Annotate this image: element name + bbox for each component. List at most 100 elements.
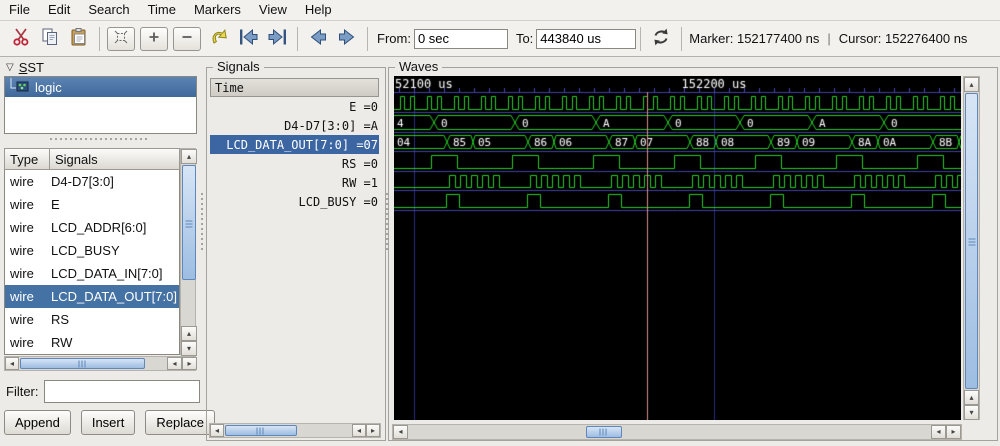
minus-icon xyxy=(179,29,195,48)
scroll-left-button[interactable]: ◂ xyxy=(167,357,182,370)
table-row[interactable]: wire LCD_ADDR[6:0] xyxy=(5,216,179,239)
shift-right-button[interactable] xyxy=(334,27,360,51)
zoom-out-button[interactable] xyxy=(173,26,201,51)
arrow-to-right-bar-icon xyxy=(265,26,290,51)
scroll-left-button[interactable]: ◂ xyxy=(393,425,408,439)
zoom-undo-button[interactable] xyxy=(206,27,232,51)
signal-row[interactable]: LCD_BUSY =0 xyxy=(210,192,379,211)
menu-time[interactable]: Time xyxy=(139,0,185,20)
scroll-right-button[interactable]: ▸ xyxy=(946,425,961,439)
to-input[interactable] xyxy=(536,28,637,49)
scroll-left-button[interactable]: ◂ xyxy=(931,425,946,439)
table-row[interactable]: wire D4-D7[3:0] xyxy=(5,170,179,193)
zoom-in-button[interactable] xyxy=(140,26,168,51)
cell-type: wire xyxy=(10,312,34,327)
waves-panel-title: Waves xyxy=(395,59,443,74)
filter-input[interactable] xyxy=(43,380,200,403)
pane-splitter[interactable] xyxy=(199,190,204,250)
tree-table-splitter[interactable] xyxy=(50,136,150,142)
vscroll-thumb[interactable] xyxy=(965,93,978,389)
signal-row[interactable]: RS =0 xyxy=(210,154,379,173)
signal-table-hscrollbar[interactable]: ◂ ◂ ▸ xyxy=(4,356,197,371)
cell-signal-name: RS xyxy=(51,312,70,327)
zoom-fit-button[interactable] xyxy=(107,26,135,51)
signals-hscrollbar[interactable]: ◂ ◂ ▸ xyxy=(209,423,381,438)
table-row[interactable]: wire RS xyxy=(5,308,179,331)
scroll-left-button[interactable]: ◂ xyxy=(5,357,19,370)
table-row[interactable]: wire E xyxy=(5,193,179,216)
cell-type: wire xyxy=(10,266,34,281)
cell-signal-name: LCD_DATA_IN[7:0] xyxy=(51,266,163,281)
hscroll-thumb[interactable] xyxy=(20,358,145,369)
scroll-right-button[interactable]: ▸ xyxy=(182,357,197,370)
waves-hscrollbar[interactable]: ◂ ◂ ▸ xyxy=(392,424,962,440)
prev-edge-button[interactable] xyxy=(235,27,261,51)
scroll-left-button[interactable]: ◂ xyxy=(210,424,224,437)
signal-row[interactable]: E =0 xyxy=(210,97,379,116)
table-row[interactable]: wire LCD_DATA_IN[7:0] xyxy=(5,262,179,285)
time-header[interactable]: Time xyxy=(210,78,379,97)
vscroll-thumb[interactable] xyxy=(182,165,196,280)
cut-button[interactable] xyxy=(8,27,34,51)
signal-row[interactable]: LCD_DATA_OUT[7:0] =07 xyxy=(210,135,379,154)
table-row[interactable]: wire LCD_DATA_OUT[7:0] xyxy=(5,285,179,308)
menu-help[interactable]: Help xyxy=(296,0,341,20)
cursor-readout: Cursor: 152276400 ns xyxy=(838,31,968,46)
reload-button[interactable] xyxy=(648,27,674,51)
toolbar: From: To: Marker: 152177400 ns | Cursor:… xyxy=(0,21,1000,57)
menu-search[interactable]: Search xyxy=(79,0,138,20)
menu-file[interactable]: File xyxy=(0,0,39,20)
column-header-type[interactable]: Type xyxy=(4,148,50,170)
sst-tree[interactable]: logic xyxy=(4,76,197,134)
signal-table-body[interactable]: wire D4-D7[3:0] wire Ewire LCD_ADDR[6:0] wire… xyxy=(4,170,180,355)
signal-table-vscrollbar[interactable]: ▴ ▴ ▾ xyxy=(180,148,197,356)
thumb-grip xyxy=(968,236,975,246)
table-row[interactable]: wire RW xyxy=(5,331,179,354)
clipboard-icon xyxy=(68,26,90,51)
scroll-down-button[interactable]: ▾ xyxy=(181,341,197,356)
waves-vscrollbar[interactable]: ▴ ▴ ▾ xyxy=(963,76,980,420)
cell-signal-name: LCD_BUSY xyxy=(51,243,120,258)
tree-item-logic[interactable]: logic xyxy=(5,77,196,97)
scissors-icon xyxy=(10,26,32,51)
sst-expander[interactable]: ▽ SST xyxy=(6,60,44,75)
cell-type: wire xyxy=(10,220,34,235)
cell-signal-name: LCD_DATA_OUT[7:0] xyxy=(51,289,177,304)
menu-view[interactable]: View xyxy=(250,0,296,20)
table-row[interactable]: wire LCD_BUSY xyxy=(5,239,179,262)
from-input[interactable] xyxy=(413,28,508,49)
hscroll-thumb[interactable] xyxy=(586,426,622,438)
scroll-left-button[interactable]: ◂ xyxy=(352,424,366,437)
cell-type: wire xyxy=(10,335,34,350)
signals-panel: Signals Time E =0 D4-D7[3:0] =A LCD_DATA_O… xyxy=(206,59,386,441)
gtkwave-window: FileEditSearchTimeMarkersViewHelp xyxy=(0,0,1000,446)
scroll-up-button[interactable]: ▴ xyxy=(181,326,197,341)
shift-left-button[interactable] xyxy=(305,27,331,51)
sst-label: SST xyxy=(18,60,44,75)
right-arrow-icon xyxy=(335,26,359,51)
scroll-down-button[interactable]: ▾ xyxy=(964,405,979,420)
scroll-up-button[interactable]: ▴ xyxy=(964,390,979,405)
reload-icon xyxy=(648,25,674,52)
menu-markers[interactable]: Markers xyxy=(185,0,250,20)
thumb-grip xyxy=(599,428,609,436)
column-header-signals[interactable]: Signals xyxy=(49,148,180,170)
append-button[interactable]: Append xyxy=(4,410,71,435)
signal-name-list[interactable]: E =0 D4-D7[3:0] =A LCD_DATA_OUT[7:0] =07 RS… xyxy=(210,97,379,211)
paste-button[interactable] xyxy=(66,27,92,51)
arrow-to-left-bar-icon xyxy=(236,26,261,51)
signal-row[interactable]: RW =1 xyxy=(210,173,379,192)
signal-row[interactable]: D4-D7[3:0] =A xyxy=(210,116,379,135)
cell-type: wire xyxy=(10,197,34,212)
scroll-right-button[interactable]: ▸ xyxy=(366,424,380,437)
scroll-up-button[interactable]: ▴ xyxy=(964,77,979,92)
insert-button[interactable]: Insert xyxy=(80,410,136,435)
copy-button[interactable] xyxy=(37,27,63,51)
next-edge-button[interactable] xyxy=(264,27,290,51)
menu-edit[interactable]: Edit xyxy=(39,0,79,20)
cell-signal-name: E xyxy=(51,197,60,212)
scroll-up-button[interactable]: ▴ xyxy=(181,149,197,164)
replace-button[interactable]: Replace xyxy=(145,410,216,435)
wave-canvas[interactable] xyxy=(394,76,961,420)
hscroll-thumb[interactable] xyxy=(225,425,297,436)
